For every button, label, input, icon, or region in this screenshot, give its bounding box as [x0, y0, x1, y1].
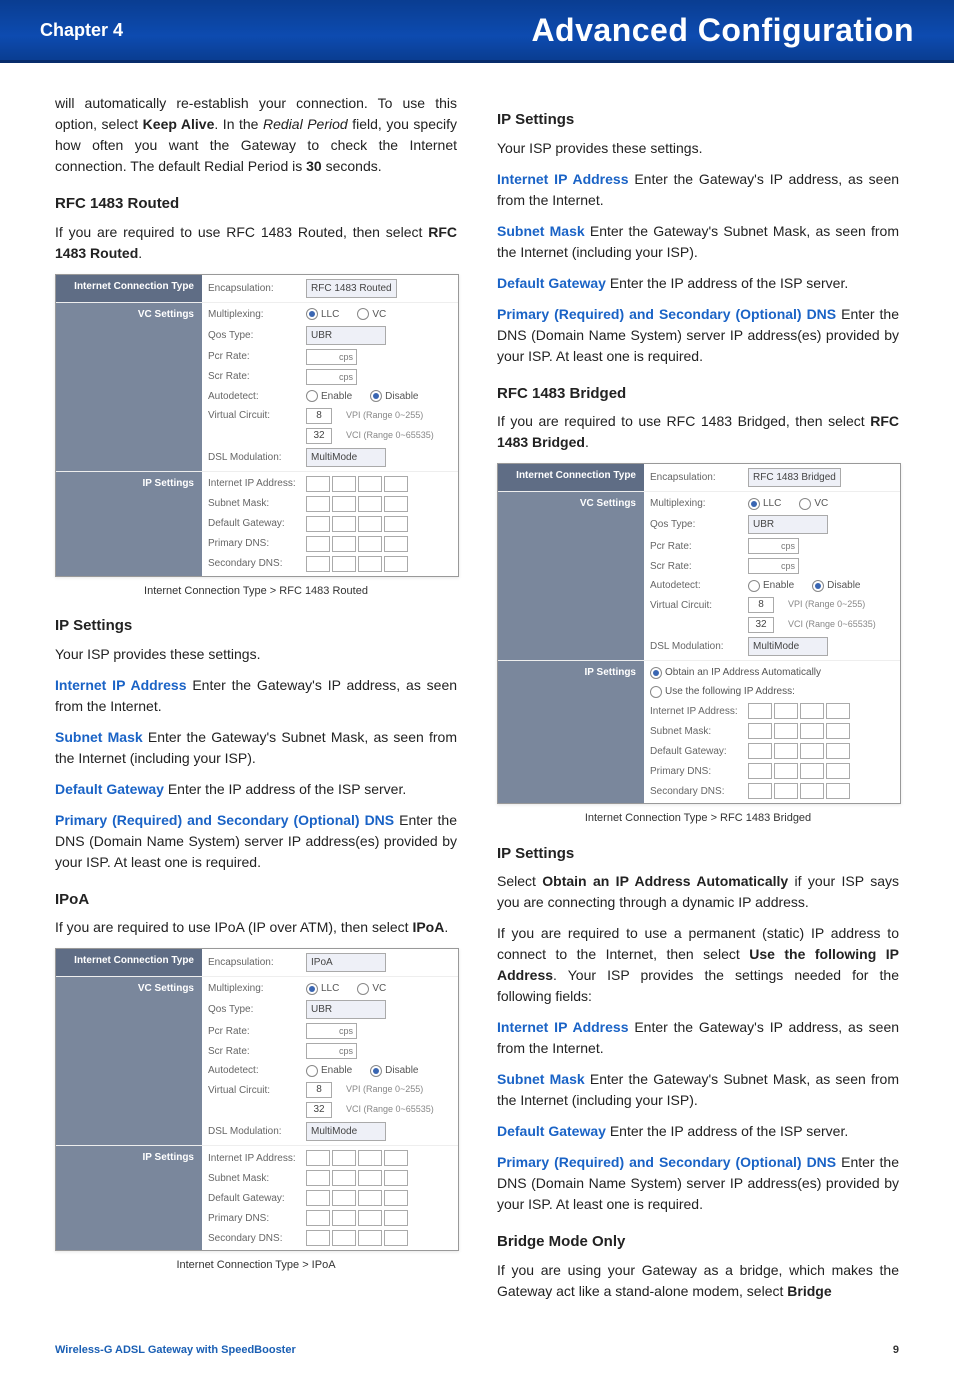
rfc-routed-paragraph: If you are required to use RFC 1483 Rout… [55, 222, 457, 264]
heading-ip-settings-r2: IP Settings [497, 843, 899, 866]
term-dns: Primary (Required) and Secondary (Option… [55, 812, 394, 828]
rfc-bridged-paragraph: If you are required to use RFC 1483 Brid… [497, 411, 899, 453]
bridge-paragraph: If you are using your Gateway as a bridg… [497, 1260, 899, 1302]
heading-bridge-mode: Bridge Mode Only [497, 1231, 899, 1254]
caption-rfc-routed: Internet Connection Type > RFC 1483 Rout… [55, 583, 457, 600]
caption-rfc-bridged: Internet Connection Type > RFC 1483 Brid… [497, 810, 899, 827]
footer-page: 9 [893, 1342, 899, 1359]
term-internet-ip: Internet IP Address [55, 677, 187, 693]
keepalive-paragraph: will automatically re-establish your con… [55, 93, 457, 177]
heading-ipoa: IPoA [55, 889, 457, 912]
left-column: will automatically re-establish your con… [55, 93, 457, 1312]
page-title: Advanced Configuration [531, 6, 914, 54]
heading-rfc1483-routed: RFC 1483 Routed [55, 193, 457, 216]
right-column: IP Settings Your ISP provides these sett… [497, 93, 899, 1312]
caption-ipoa: Internet Connection Type > IPoA [55, 1257, 457, 1274]
screenshot-rfc1483-bridged: Internet Connection Type Encapsulation:R… [497, 463, 901, 804]
term-subnet-mask: Subnet Mask [55, 729, 143, 745]
heading-ip-settings-r1: IP Settings [497, 109, 899, 132]
screenshot-rfc1483-routed: Internet Connection Type Encapsulation:R… [55, 274, 459, 577]
footer-product: Wireless-G ADSL Gateway with SpeedBooste… [55, 1342, 296, 1359]
page-footer: Wireless-G ADSL Gateway with SpeedBooste… [0, 1332, 954, 1380]
heading-ip-settings-left: IP Settings [55, 615, 457, 638]
page-header: Chapter 4 Advanced Configuration [0, 0, 954, 63]
ipoa-paragraph: If you are required to use IPoA (IP over… [55, 917, 457, 938]
ip-intro-left: Your ISP provides these settings. [55, 644, 457, 665]
screenshot-ipoa: Internet Connection Type Encapsulation:I… [55, 948, 459, 1251]
term-default-gateway: Default Gateway [55, 781, 164, 797]
heading-rfc1483-bridged: RFC 1483 Bridged [497, 383, 899, 406]
chapter-label: Chapter 4 [40, 17, 123, 44]
